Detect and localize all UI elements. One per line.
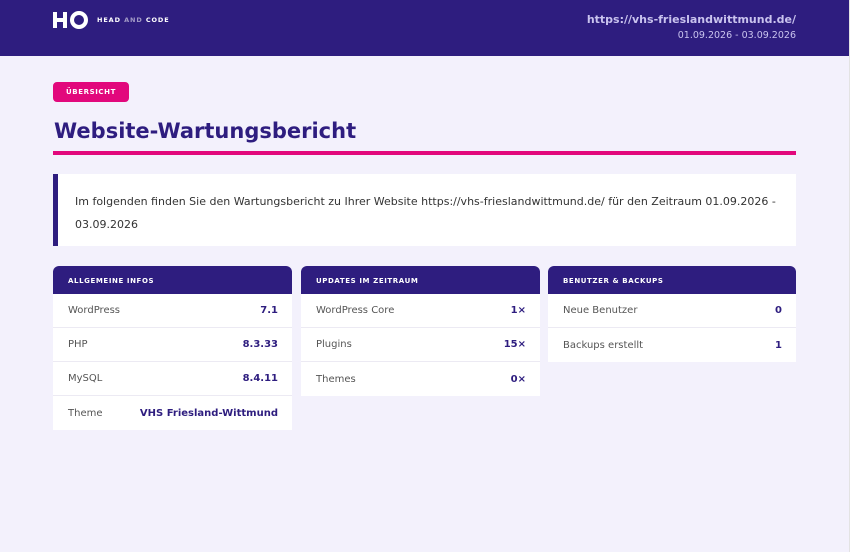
row-label: Backups erstellt	[563, 339, 644, 351]
head-and-code-logo-icon	[53, 11, 88, 29]
row-value: 8.4.11	[242, 373, 278, 384]
intro-box: Im folgenden finden Sie den Wartungsberi…	[53, 174, 796, 246]
vertical-scrollbar[interactable]	[849, 0, 862, 552]
card-updates: UPDATES IM ZEITRAUM WordPress Core 1× Pl…	[301, 266, 540, 396]
row-label: PHP	[68, 339, 88, 350]
intro-text: Im folgenden finden Sie den Wartungsberi…	[75, 195, 776, 231]
row-value: 15×	[503, 339, 526, 350]
header-meta: https://vhs-frieslandwittmund.de/ 01.09.…	[587, 13, 796, 42]
brand-name: HEAD AND CODE	[97, 16, 170, 24]
info-row-php: PHP 8.3.33	[53, 328, 292, 362]
row-value: 8.3.33	[242, 339, 278, 350]
row-value: VHS Friesland-Wittmund	[139, 407, 278, 419]
card-title: UPDATES IM ZEITRAUM	[301, 266, 540, 294]
row-label: Theme	[68, 407, 103, 419]
card-title: BENUTZER & BACKUPS	[548, 266, 796, 294]
row-label: Themes	[316, 373, 356, 385]
row-value: 0×	[510, 373, 526, 385]
card-users-backups: BENUTZER & BACKUPS Neue Benutzer 0 Backu…	[548, 266, 796, 362]
row-value: 1	[775, 339, 782, 351]
row-label: WordPress	[68, 305, 121, 316]
row-label: MySQL	[68, 373, 103, 384]
title-underline	[53, 151, 796, 155]
card-general-info: ALLGEMEINE INFOS WordPress 7.1 PHP 8.3.3…	[53, 266, 292, 430]
row-value: 7.1	[260, 305, 278, 316]
info-row-mysql: MySQL 8.4.11	[53, 362, 292, 396]
report-page: HEAD AND CODE https://vhs-frieslandwittm…	[0, 0, 849, 552]
update-row-core: WordPress Core 1×	[301, 294, 540, 328]
report-period: 01.09.2026 - 03.09.2026	[677, 30, 796, 41]
brand-logo: HEAD AND CODE	[53, 10, 170, 30]
site-url: https://vhs-frieslandwittmund.de/	[586, 13, 796, 26]
section-badge: ÜBERSICHT	[53, 82, 130, 102]
backups-row-created: Backups erstellt 1	[548, 328, 796, 362]
report-header: HEAD AND CODE https://vhs-frieslandwittm…	[0, 0, 849, 56]
row-label: Plugins	[316, 339, 352, 350]
update-row-plugins: Plugins 15×	[301, 328, 540, 362]
card-title: ALLGEMEINE INFOS	[53, 266, 292, 294]
update-row-themes: Themes 0×	[301, 362, 540, 396]
row-value: 0	[775, 305, 782, 316]
users-row-new: Neue Benutzer 0	[548, 294, 796, 328]
info-row-theme: Theme VHS Friesland-Wittmund	[53, 396, 292, 430]
page-title: Website-Wartungsbericht	[54, 119, 357, 143]
info-row-wordpress: WordPress 7.1	[53, 294, 292, 328]
row-label: WordPress Core	[316, 305, 395, 316]
row-value: 1×	[510, 305, 526, 316]
row-label: Neue Benutzer	[563, 305, 638, 316]
